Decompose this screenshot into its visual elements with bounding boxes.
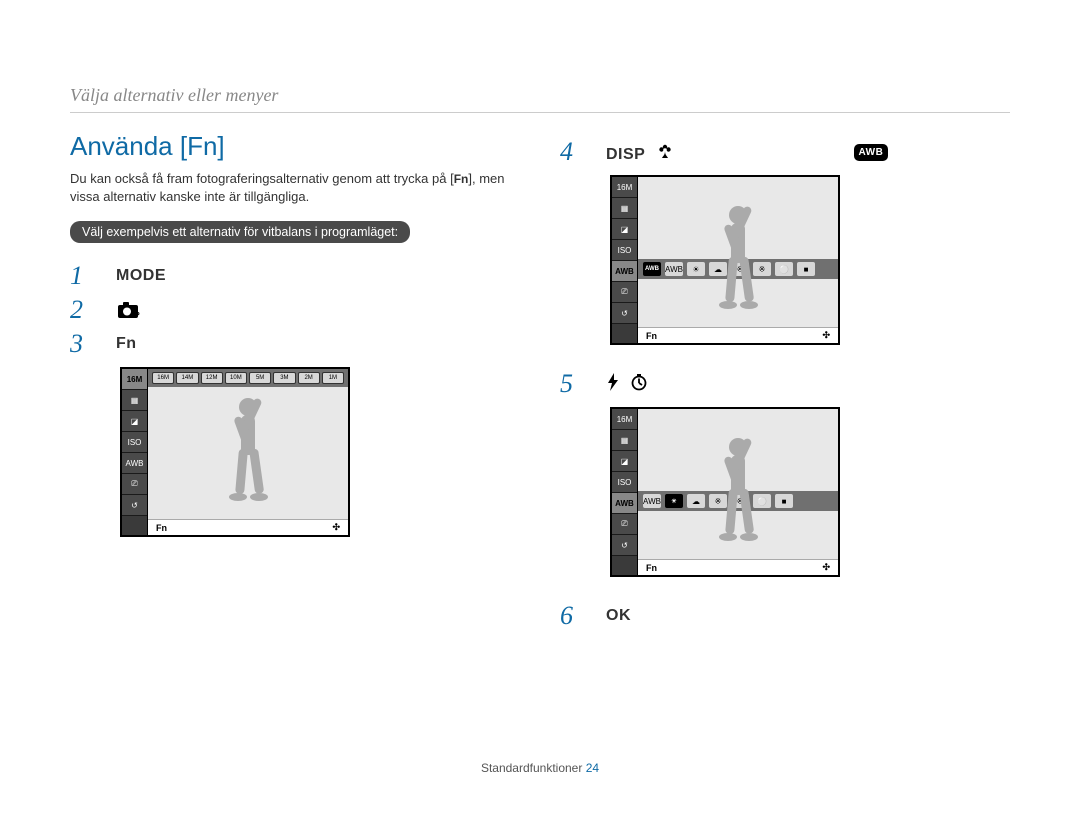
sidebar-off-icon: ↺ xyxy=(122,495,147,516)
footer-page-number: 24 xyxy=(586,761,599,775)
wb-tungsten-icon: ⚪ xyxy=(775,262,793,276)
breadcrumb: Välja alternativ eller menyer xyxy=(70,85,1010,113)
step-number: 6 xyxy=(560,601,578,631)
step-2: 2 P xyxy=(70,295,520,325)
mode-label: MODE xyxy=(116,267,166,285)
step-number: 4 xyxy=(560,137,578,167)
sidebar-iso-icon: ISO xyxy=(612,472,637,493)
program-mode-icon: P xyxy=(116,300,140,320)
sidebar-wb-icon: AWB xyxy=(122,453,147,474)
person-silhouette xyxy=(213,389,283,519)
step-number: 5 xyxy=(560,369,578,399)
lcd-fn-label: Fn xyxy=(646,563,657,573)
step-number: 3 xyxy=(70,329,88,359)
sidebar-wb-icon: AWB xyxy=(612,493,637,514)
lcd-dpad-icon: ✣ xyxy=(332,522,340,533)
left-column: Använda [Fn] Du kan också få fram fotogr… xyxy=(70,131,520,635)
sidebar-ev-icon: ◪ xyxy=(612,219,637,240)
sidebar-resolution-icon: 16M xyxy=(122,369,147,390)
sidebar-ev-icon: ◪ xyxy=(612,451,637,472)
svg-text:P: P xyxy=(135,312,140,319)
lcd-sidebar: 16M ▦ ◪ ISO AWB ⎚ ↺ xyxy=(612,409,638,575)
step-number: 2 xyxy=(70,295,88,325)
camera-lcd-screenshot-1: 16M ▦ ◪ ISO AWB ⎚ ↺ 16M 14M 12M 10M 5M xyxy=(120,367,350,537)
res-chip: 1M xyxy=(322,372,344,384)
camera-lcd-screenshot-3: 16M ▦ ◪ ISO AWB ⎚ ↺ AWB ☀ ☁ ※ ※ ⚪ xyxy=(610,407,840,577)
wb-custom-icon: ■ xyxy=(797,262,815,276)
step-3: 3 Fn xyxy=(70,329,520,359)
res-chip: 12M xyxy=(201,372,223,384)
res-chip: 5M xyxy=(249,372,271,384)
res-chip: 10M xyxy=(225,372,247,384)
lcd-sidebar: 16M ▦ ◪ ISO AWB ⎚ ↺ xyxy=(612,177,638,343)
ok-label: OK xyxy=(606,607,631,625)
step-6: 6 OK xyxy=(560,601,1010,631)
sidebar-quality-icon: ▦ xyxy=(612,198,637,219)
sidebar-wb-icon: AWB xyxy=(612,261,637,282)
res-chip: 16M xyxy=(152,372,174,384)
sidebar-face-icon: ⎚ xyxy=(122,474,147,495)
flash-icon xyxy=(606,378,624,395)
lcd-bottom-bar: Fn ✣ xyxy=(638,559,838,575)
person-silhouette xyxy=(703,429,773,559)
lcd-dpad-icon: ✣ xyxy=(822,330,830,341)
sidebar-ev-icon: ◪ xyxy=(122,411,147,432)
step-number: 1 xyxy=(70,261,88,291)
sidebar-resolution-icon: 16M xyxy=(612,177,637,198)
sidebar-face-icon: ⎚ xyxy=(612,282,637,303)
sidebar-iso-icon: ISO xyxy=(612,240,637,261)
wb-awb-selected: AWB xyxy=(643,262,661,276)
lcd-fn-label: Fn xyxy=(156,523,167,533)
step-1: 1 MODE xyxy=(70,261,520,291)
timer-icon xyxy=(630,378,648,395)
sidebar-quality-icon: ▦ xyxy=(612,430,637,451)
lcd-top-option-bar: 16M 14M 12M 10M 5M 3M 2M 1M xyxy=(148,369,348,387)
awb-badge: AWB xyxy=(854,144,889,161)
res-chip: 2M xyxy=(298,372,320,384)
section-title: Använda [Fn] xyxy=(70,131,520,162)
fn-step-label: Fn xyxy=(116,335,137,353)
person-silhouette xyxy=(703,197,773,327)
flower-icon xyxy=(656,146,674,163)
lcd-dpad-icon: ✣ xyxy=(822,562,830,573)
sidebar-resolution-icon: 16M xyxy=(612,409,637,430)
sidebar-face-icon: ⎚ xyxy=(612,514,637,535)
res-chip: 14M xyxy=(176,372,198,384)
lcd-sidebar: 16M ▦ ◪ ISO AWB ⎚ ↺ xyxy=(122,369,148,535)
example-note-bar: Välj exempelvis ett alternativ för vitba… xyxy=(70,221,410,243)
sidebar-off-icon: ↺ xyxy=(612,535,637,556)
lcd-bottom-bar: Fn ✣ xyxy=(148,519,348,535)
intro-text: Du kan också få fram fotograferingsalter… xyxy=(70,170,520,205)
sidebar-quality-icon: ▦ xyxy=(122,390,147,411)
page-footer: Standardfunktioner 24 xyxy=(0,761,1080,775)
step-4: 4 DISP AWB xyxy=(560,137,1010,167)
sidebar-iso-icon: ISO xyxy=(122,432,147,453)
right-column: 4 DISP AWB 16M ▦ ◪ ISO xyxy=(560,131,1010,635)
sidebar-off-icon: ↺ xyxy=(612,303,637,324)
lcd-bottom-bar: Fn ✣ xyxy=(638,327,838,343)
fn-label-inline: Fn xyxy=(454,171,469,187)
wb-awb: AWB xyxy=(643,494,661,508)
wb-daylight-selected: ☀ xyxy=(665,494,683,508)
wb-option: AWB xyxy=(665,262,683,276)
step-5: 5 xyxy=(560,369,1010,399)
intro-line-1: Du kan också få fram fotograferingsalter… xyxy=(70,171,446,186)
footer-label: Standardfunktioner xyxy=(481,761,582,775)
lcd-fn-label: Fn xyxy=(646,331,657,341)
disp-label: DISP xyxy=(606,146,645,163)
wb-custom-icon: ■ xyxy=(775,494,793,508)
res-chip: 3M xyxy=(273,372,295,384)
camera-lcd-screenshot-2: 16M ▦ ◪ ISO AWB ⎚ ↺ AWB AWB ☀ ☁ ※ ※ xyxy=(610,175,840,345)
